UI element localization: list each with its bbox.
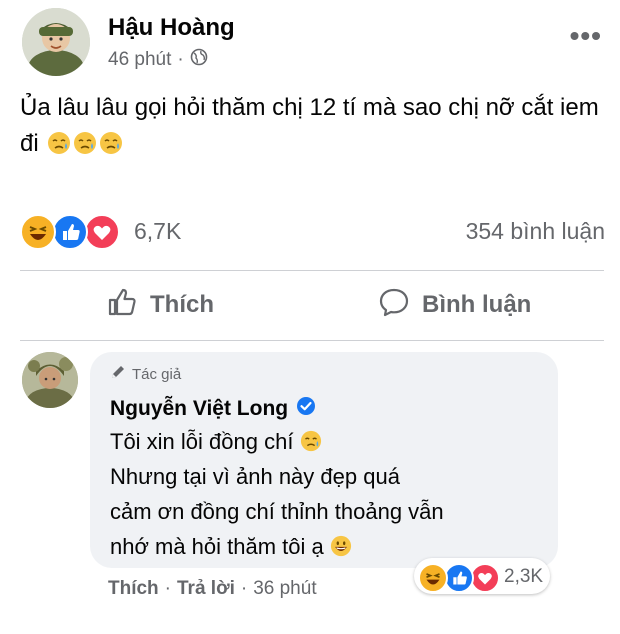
- crying-face-emoji: [300, 427, 322, 452]
- like-reaction-icon: [52, 214, 88, 250]
- verified-badge-icon: [296, 396, 316, 422]
- footer-dot: ·: [240, 578, 248, 599]
- love-reaction-icon: [84, 214, 120, 250]
- crying-face-emoji: [73, 130, 97, 154]
- comment-footer: Thích · Trả lời · 36 phút: [108, 578, 317, 600]
- comment-reaction-count: 2,3K: [504, 566, 544, 587]
- post-meta: 46 phút ·: [108, 48, 208, 72]
- post-actions: Thích Bình luận: [20, 272, 604, 338]
- comment-bubble: Tác giả Nguyễn Việt Long Tôi xin lỗi đồn…: [90, 352, 558, 568]
- crying-face-emoji: [47, 130, 71, 154]
- pen-icon: [110, 364, 126, 384]
- commenter-name-row: Nguyễn Việt Long: [110, 396, 316, 422]
- commenter-name[interactable]: Nguyễn Việt Long: [110, 397, 288, 421]
- crying-face-emoji: [99, 130, 123, 154]
- comment-like-link[interactable]: Thích: [108, 578, 159, 600]
- globe-icon: [190, 48, 208, 72]
- comment-text: Tôi xin lỗi đồng chí Nhưng tại vì ảnh nà…: [110, 424, 550, 564]
- like-button[interactable]: Thích: [106, 272, 214, 338]
- comment: Tác giả Nguyễn Việt Long Tôi xin lỗi đồn…: [22, 352, 582, 632]
- comment-line-text: nhớ mà hỏi thăm tôi ạ: [110, 534, 324, 559]
- meta-separator: ·: [177, 49, 184, 70]
- reactions-summary: 6,7K 354 bình luận: [20, 212, 605, 252]
- author-badge: Tác giả: [110, 364, 181, 384]
- post-header: Hậu Hoàng 46 phút · •••: [22, 8, 602, 80]
- post-author-name[interactable]: Hậu Hoàng: [108, 14, 235, 42]
- comment-line: Nhưng tại vì ảnh này đẹp quá: [110, 464, 400, 489]
- post-text: Ủa lâu lâu gọi hỏi thăm chị 12 tí mà sao…: [20, 90, 600, 162]
- comment-icon: [378, 286, 410, 325]
- post-time[interactable]: 46 phút: [108, 49, 171, 71]
- comment-count[interactable]: 354 bình luận: [466, 218, 605, 245]
- comment-label: Bình luận: [422, 291, 532, 318]
- comment-reply-link[interactable]: Trả lời: [177, 578, 235, 600]
- comment-reactions[interactable]: 2,3K: [414, 558, 550, 594]
- thumbs-up-icon: [106, 286, 138, 325]
- comment-line: cảm ơn đồng chí thỉnh thoảng vẫn: [110, 499, 444, 524]
- comment-line-text: Tôi xin lỗi đồng chí: [110, 429, 294, 454]
- author-avatar[interactable]: [22, 8, 90, 76]
- like-reaction-icon: [444, 563, 474, 593]
- love-reaction-icon: [470, 563, 500, 593]
- reaction-icons[interactable]: [20, 214, 124, 250]
- comment-line: Tôi xin lỗi đồng chí: [110, 424, 550, 459]
- comment-time[interactable]: 36 phút: [253, 578, 316, 600]
- commenter-avatar[interactable]: [22, 352, 78, 408]
- haha-reaction-icon: [418, 563, 448, 593]
- haha-reaction-icon: [20, 214, 56, 250]
- divider-top: [20, 270, 604, 271]
- reaction-count[interactable]: 6,7K: [134, 218, 181, 245]
- author-badge-label: Tác giả: [132, 365, 182, 383]
- divider-bottom: [20, 340, 604, 341]
- like-label: Thích: [150, 291, 214, 318]
- more-options-icon[interactable]: •••: [570, 22, 602, 50]
- footer-dot: ·: [164, 578, 171, 599]
- comment-button[interactable]: Bình luận: [378, 272, 531, 338]
- grinning-face-emoji: [330, 532, 352, 557]
